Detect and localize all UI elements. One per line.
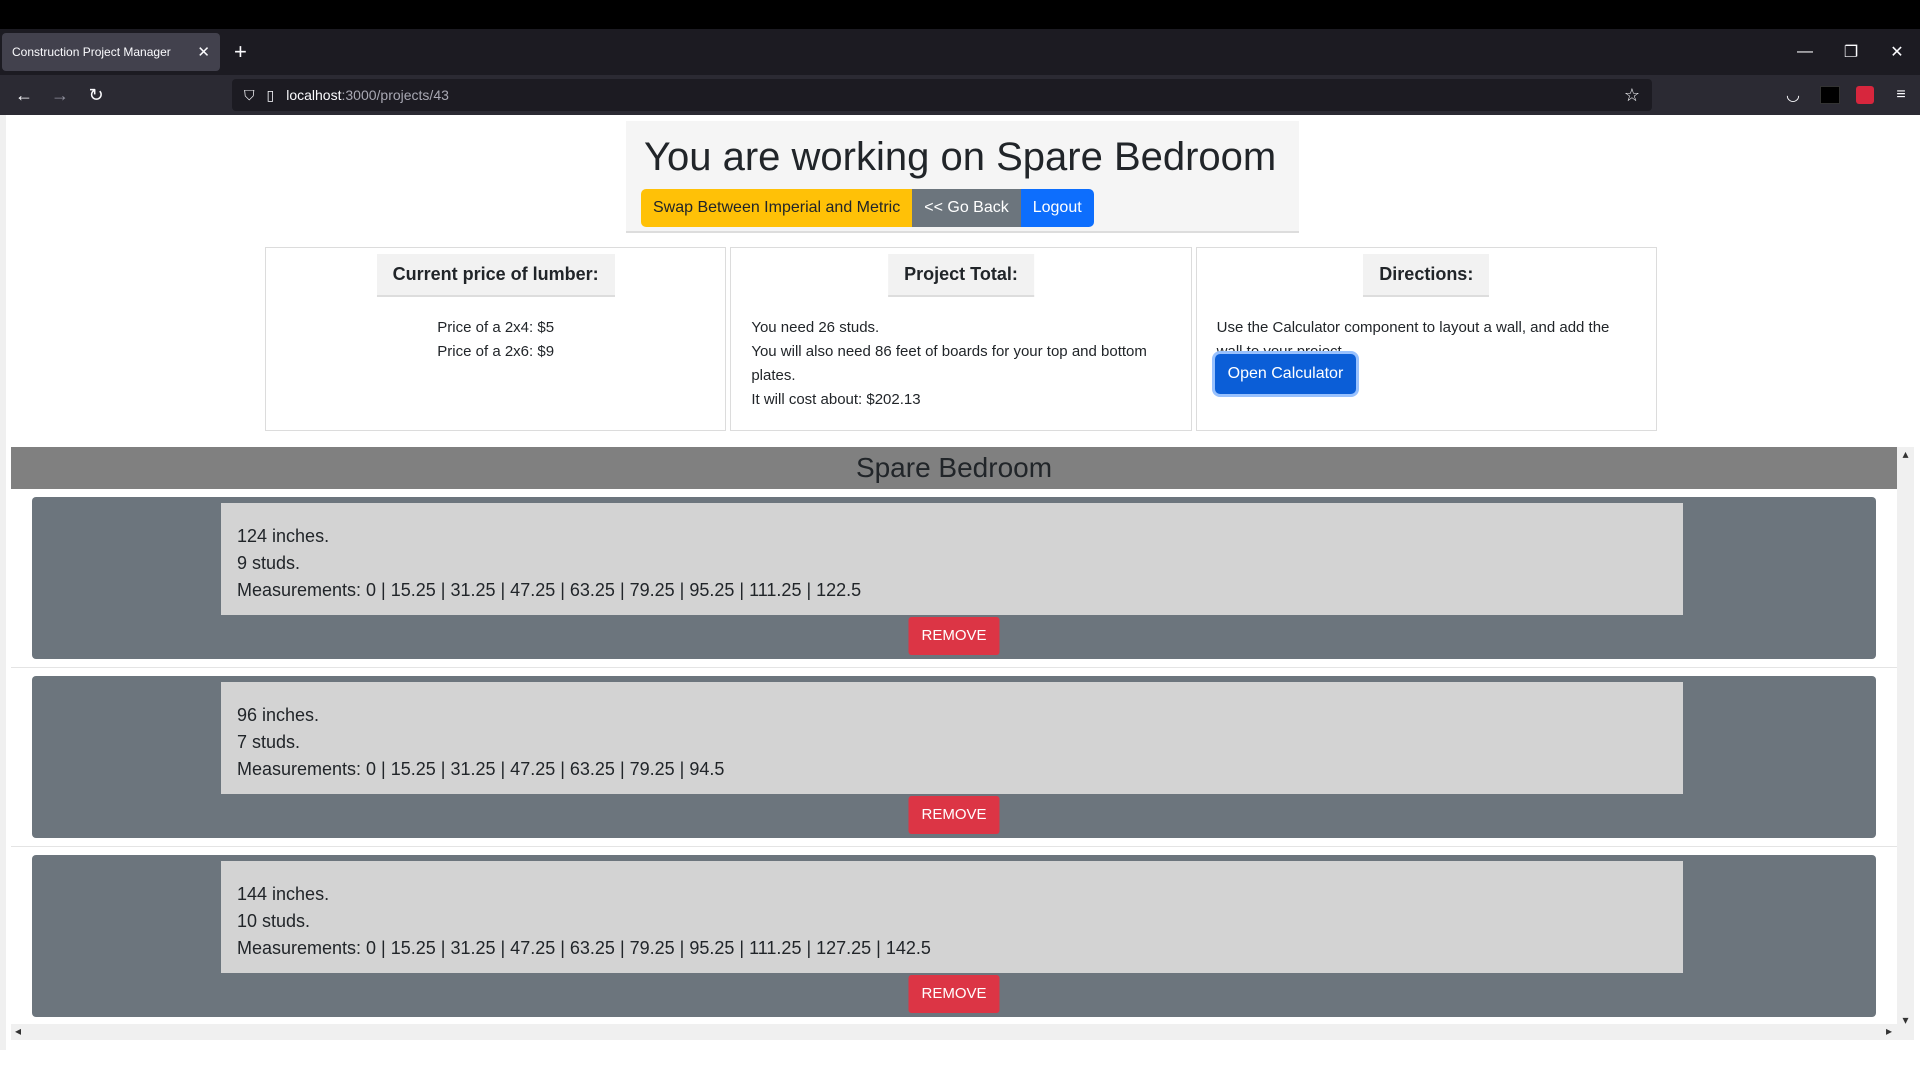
close-window-icon[interactable]: ✕ (1874, 29, 1920, 75)
header-card: You are working on Spare Bedroom Swap Be… (626, 121, 1299, 233)
directions-card: Directions: Use the Calculator component… (1195, 247, 1657, 431)
os-top-bar (0, 0, 1920, 29)
address-bar[interactable]: ⛉ ▯ localhost:3000/projects/43 ☆ (232, 79, 1652, 111)
wall-measurements: Measurements: 0 | 15.25 | 31.25 | 47.25 … (237, 938, 931, 958)
toolbar-right: ◡ ≡ (1782, 85, 1912, 105)
go-back-button[interactable]: << Go Back (912, 189, 1021, 227)
page-content: You are working on Spare Bedroom Swap Be… (0, 115, 1920, 1050)
price-2x6: Price of a 2x6: $9 (437, 343, 555, 360)
price-2x4: Price of a 2x4: $5 (437, 319, 555, 336)
tab-strip: Construction Project Manager ✕ + — ❐ ✕ (0, 29, 1920, 75)
directions-heading: Directions: (1363, 254, 1490, 297)
total-studs: You need 26 studs. (751, 319, 880, 336)
wall-length: 144 inches. (237, 884, 330, 904)
vertical-scrollbar[interactable]: ▴ ▾ (1897, 447, 1914, 1027)
extension-icon[interactable] (1820, 86, 1840, 104)
scroll-left-icon[interactable]: ◂ (15, 1024, 21, 1038)
wall-studs: 7 studs. (237, 732, 301, 752)
new-tab-icon[interactable]: + (234, 41, 247, 63)
project-total-body: You need 26 studs. You will also need 86… (751, 316, 1170, 412)
list-item: 96 inches. 7 studs. Measurements: 0 | 15… (11, 668, 1897, 847)
url-host: localhost (286, 87, 342, 103)
url-path: :3000/projects/43 (341, 87, 449, 103)
header-button-group: Swap Between Imperial and Metric << Go B… (641, 189, 1094, 227)
remove-wall-button[interactable]: REMOVE (908, 975, 1000, 1013)
project-name-bar: Spare Bedroom (11, 447, 1897, 489)
page-icon: ▯ (266, 86, 275, 103)
extension-red-icon[interactable] (1856, 86, 1874, 104)
wall-card: 144 inches. 10 studs. Measurements: 0 | … (32, 855, 1876, 1017)
wall-studs: 9 studs. (237, 553, 301, 573)
list-item: 124 inches. 9 studs. Measurements: 0 | 1… (11, 489, 1897, 668)
wall-info: 96 inches. 7 studs. Measurements: 0 | 15… (221, 682, 1683, 794)
open-calculator-button[interactable]: Open Calculator (1214, 354, 1357, 394)
remove-wall-button[interactable]: REMOVE (908, 796, 1000, 834)
restore-icon[interactable]: ❐ (1828, 29, 1874, 75)
total-boards: You will also need 86 feet of boards for… (751, 343, 1147, 384)
lumber-price-card: Current price of lumber: Price of a 2x4:… (265, 247, 727, 431)
scroll-right-icon[interactable]: ▸ (1886, 1024, 1892, 1038)
shield-icon[interactable]: ⛉ (244, 87, 255, 104)
swap-units-button[interactable]: Swap Between Imperial and Metric (641, 189, 913, 227)
reload-icon[interactable]: ↻ (78, 77, 114, 113)
wall-measurements: Measurements: 0 | 15.25 | 31.25 | 47.25 … (237, 759, 725, 779)
navigation-bar: ← → ↻ ⛉ ▯ localhost:3000/projects/43 ☆ ◡… (0, 75, 1920, 115)
logout-button[interactable]: Logout (1020, 189, 1094, 227)
bookmark-star-icon[interactable]: ☆ (1624, 85, 1640, 106)
browser-tab[interactable]: Construction Project Manager ✕ (2, 33, 220, 71)
wall-studs: 10 studs. (237, 911, 311, 931)
wall-length: 124 inches. (237, 526, 330, 546)
close-tab-icon[interactable]: ✕ (197, 43, 210, 61)
lumber-price-body: Price of a 2x4: $5 Price of a 2x6: $9 (286, 316, 705, 364)
back-arrow-icon[interactable]: ← (6, 77, 42, 113)
wall-card: 124 inches. 9 studs. Measurements: 0 | 1… (32, 497, 1876, 659)
directions-body: Use the Calculator component to layout a… (1214, 316, 1636, 406)
info-cards: Current price of lumber: Price of a 2x4:… (265, 247, 1657, 431)
minimize-icon[interactable]: — (1782, 29, 1828, 75)
horizontal-scrollbar[interactable]: ◂ ▸ (11, 1024, 1914, 1040)
remove-wall-button[interactable]: REMOVE (908, 617, 1000, 655)
pocket-icon[interactable]: ◡ (1782, 85, 1804, 105)
lumber-price-heading: Current price of lumber: (376, 254, 615, 297)
wall-length: 96 inches. (237, 705, 320, 725)
wall-card: 96 inches. 7 studs. Measurements: 0 | 15… (32, 676, 1876, 838)
page-title: You are working on Spare Bedroom (644, 135, 1277, 179)
menu-icon[interactable]: ≡ (1890, 86, 1912, 104)
wall-info: 144 inches. 10 studs. Measurements: 0 | … (221, 861, 1683, 973)
tab-title: Construction Project Manager (12, 45, 171, 59)
scroll-up-icon[interactable]: ▴ (1897, 447, 1914, 461)
wall-measurements: Measurements: 0 | 15.25 | 31.25 | 47.25 … (237, 580, 862, 600)
total-cost: It will cost about: $202.13 (751, 391, 921, 408)
project-total-card: Project Total: You need 26 studs. You wi… (730, 247, 1192, 431)
wall-info: 124 inches. 9 studs. Measurements: 0 | 1… (221, 503, 1683, 615)
list-item: 144 inches. 10 studs. Measurements: 0 | … (11, 847, 1897, 1026)
window-controls: — ❐ ✕ (1782, 29, 1920, 75)
wall-list-scroll-area[interactable]: Spare Bedroom 124 inches. 9 studs. Measu… (11, 447, 1914, 1040)
project-total-heading: Project Total: (888, 254, 1034, 297)
forward-arrow-icon[interactable]: → (42, 77, 78, 113)
